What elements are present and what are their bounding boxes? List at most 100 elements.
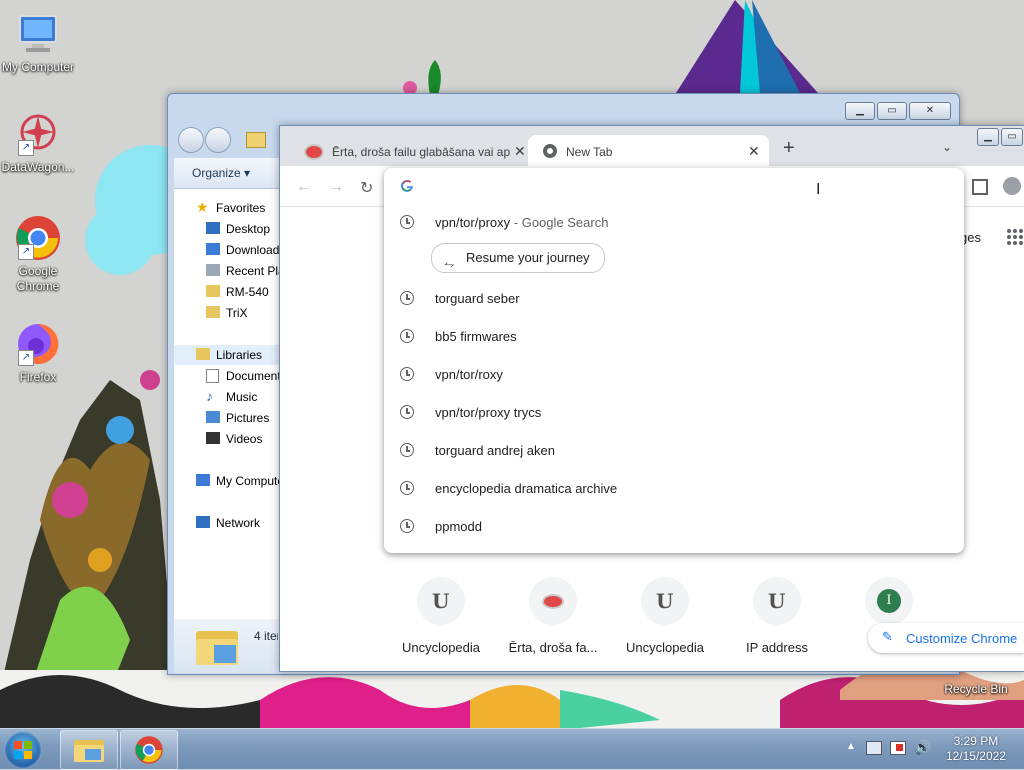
tab-erta[interactable]: Ērta, droša failu glabāšana vai apm ✕ xyxy=(286,135,526,166)
tab-new-tab[interactable]: New Tab ✕ xyxy=(528,135,769,166)
nav-item-pictures[interactable]: Pictures xyxy=(174,408,286,428)
shortcut-tile[interactable]: U Uncyclopedia xyxy=(391,577,491,655)
back-arrow-icon[interactable]: ← xyxy=(296,178,312,196)
datawagon-icon: ↗ xyxy=(14,110,62,158)
volume-icon[interactable]: 🔊 xyxy=(914,739,931,756)
suggestion-text: ppmodd xyxy=(435,519,482,534)
close-button[interactable]: ✕ xyxy=(909,102,951,120)
nav-item-videos[interactable]: Videos xyxy=(174,429,286,449)
nav-item-downloads[interactable]: Downloads xyxy=(174,240,286,260)
window-caption-buttons: ▁ ▭ xyxy=(977,128,1023,146)
folder-icon xyxy=(246,132,266,148)
libraries-icon xyxy=(196,348,210,360)
tab-close-icon[interactable]: ✕ xyxy=(514,143,526,160)
suggestion-item[interactable]: bb5 firmwares xyxy=(384,318,964,356)
window-caption-buttons: ▁ ▭ ✕ xyxy=(845,102,951,120)
nav-item-my-computer[interactable]: My Computer xyxy=(174,471,286,491)
new-tab-button[interactable]: + xyxy=(783,138,795,158)
system-clock[interactable]: 3:29 PM 12/15/2022 xyxy=(946,734,1006,764)
taskbar-explorer-button[interactable] xyxy=(60,730,118,770)
item-count: 4 items xyxy=(254,629,278,643)
documents-icon xyxy=(206,369,219,383)
folder-icon xyxy=(206,285,220,297)
suggestion-item[interactable]: encyclopedia dramatica archive xyxy=(384,470,964,508)
shortcut-label: Ērta, droša fa... xyxy=(508,640,598,655)
suggestion-text: torguard seber xyxy=(435,291,520,306)
reload-icon[interactable]: ↻ xyxy=(360,178,373,198)
desktop-icon-label: Firefox xyxy=(19,370,57,384)
nav-item-desktop[interactable]: Desktop xyxy=(174,219,286,239)
desktop-icon-google-chrome[interactable]: ↗ Google Chrome xyxy=(0,214,76,294)
shortcut-tile[interactable]: U Uncyclopedia xyxy=(615,577,715,655)
desktop-icon-my-computer[interactable]: My Computer xyxy=(0,10,76,75)
text-cursor-icon: I xyxy=(816,181,821,198)
suggestion-item[interactable]: torguard andrej aken xyxy=(384,432,964,470)
shortcut-favicon-icon xyxy=(529,577,577,625)
shortcut-label: Uncyclopedia xyxy=(401,640,481,655)
forward-arrow-icon[interactable]: → xyxy=(328,178,344,196)
folder-icon xyxy=(206,306,220,318)
forward-button[interactable] xyxy=(205,127,231,153)
suggestion-item[interactable]: ppmodd xyxy=(384,508,964,546)
organize-button[interactable]: Organize ▾ xyxy=(192,166,250,180)
minimize-button[interactable]: ▁ xyxy=(977,128,999,146)
address-bar[interactable]: I xyxy=(384,168,964,204)
suggestion-item[interactable]: vpn/tor/roxy xyxy=(384,356,964,394)
tray-expand-icon[interactable]: ▲ xyxy=(846,741,856,752)
maximize-button[interactable]: ▭ xyxy=(877,102,907,120)
history-clock-icon xyxy=(400,329,414,343)
shortcut-favicon-icon: I xyxy=(865,577,913,625)
shortcut-label: Uncyclopedia xyxy=(625,640,705,655)
customize-chrome-label: Customize Chrome xyxy=(906,631,1018,646)
tab-title: New Tab xyxy=(566,145,613,159)
firefox-icon: ↗ xyxy=(14,320,62,368)
shortcut-tile[interactable]: Ērta, droša fa... xyxy=(503,577,603,655)
profile-avatar-icon[interactable] xyxy=(1003,177,1021,195)
nav-item-rm-540[interactable]: RM-540 xyxy=(174,282,286,302)
library-folder-icon xyxy=(196,631,238,665)
favicon-erta-icon xyxy=(304,144,324,160)
shortcut-arrow-icon: ↗ xyxy=(18,350,34,366)
suggestion-item[interactable]: vpn/tor/proxy - Google Search xyxy=(384,204,964,242)
shortcut-tile[interactable]: U IP address xyxy=(727,577,827,655)
network-tray-icon[interactable] xyxy=(866,741,882,755)
suggestion-text: bb5 firmwares xyxy=(435,329,517,344)
apps-grid-icon[interactable] xyxy=(1007,229,1023,245)
action-center-flag-icon[interactable] xyxy=(890,741,906,755)
tab-close-icon[interactable]: ✕ xyxy=(748,143,760,160)
videos-icon xyxy=(206,432,220,444)
desktop-icon-firefox[interactable]: ↗ Firefox xyxy=(0,320,76,385)
customize-chrome-button[interactable]: ✎ Customize Chrome xyxy=(868,623,1024,653)
resume-journey-chip[interactable]: ⥊ Resume your journey xyxy=(431,243,605,273)
start-button[interactable] xyxy=(4,731,42,769)
recent-places-icon xyxy=(206,264,220,276)
tab-title: Ērta, droša failu glabāšana vai apm xyxy=(332,145,510,159)
history-clock-icon xyxy=(400,367,414,381)
desktop-icon-label: DataWagon... xyxy=(1,160,75,174)
history-clock-icon xyxy=(400,443,414,457)
omnibox-dropdown: I vpn/tor/proxy - Google Search ⥊ Resume… xyxy=(384,168,964,553)
nav-item-documents[interactable]: Documents xyxy=(174,366,286,386)
nav-item-music[interactable]: ♪ Music xyxy=(174,387,286,407)
desktop-icon-datawagon[interactable]: ↗ DataWagon... xyxy=(0,110,76,175)
nav-item-libraries[interactable]: Libraries xyxy=(174,345,286,365)
music-icon: ♪ xyxy=(206,388,213,404)
shortcut-favicon-icon: U xyxy=(417,577,465,625)
pencil-icon: ✎ xyxy=(882,629,893,644)
network-icon xyxy=(196,516,210,528)
back-button[interactable] xyxy=(178,127,204,153)
suggestion-item[interactable]: vpn/tor/proxy trycs xyxy=(384,394,964,432)
desktop-icon-recycle-bin[interactable]: Recycle Bin xyxy=(938,682,1014,697)
minimize-button[interactable]: ▁ xyxy=(845,102,875,120)
nav-item-favorites[interactable]: ★ Favorites xyxy=(174,198,286,218)
suggestion-item[interactable]: torguard seber xyxy=(384,280,964,318)
history-clock-icon xyxy=(400,405,414,419)
maximize-button[interactable]: ▭ xyxy=(1001,128,1023,146)
tab-search-chevron-icon[interactable]: ⌄ xyxy=(942,140,952,154)
taskbar-chrome-button[interactable] xyxy=(120,730,178,770)
nav-item-trix[interactable]: TriX xyxy=(174,303,286,323)
nav-item-network[interactable]: Network xyxy=(174,513,286,533)
history-clock-icon xyxy=(400,519,414,533)
nav-item-recent-places[interactable]: Recent Places xyxy=(174,261,286,281)
side-panel-icon[interactable] xyxy=(972,179,988,195)
